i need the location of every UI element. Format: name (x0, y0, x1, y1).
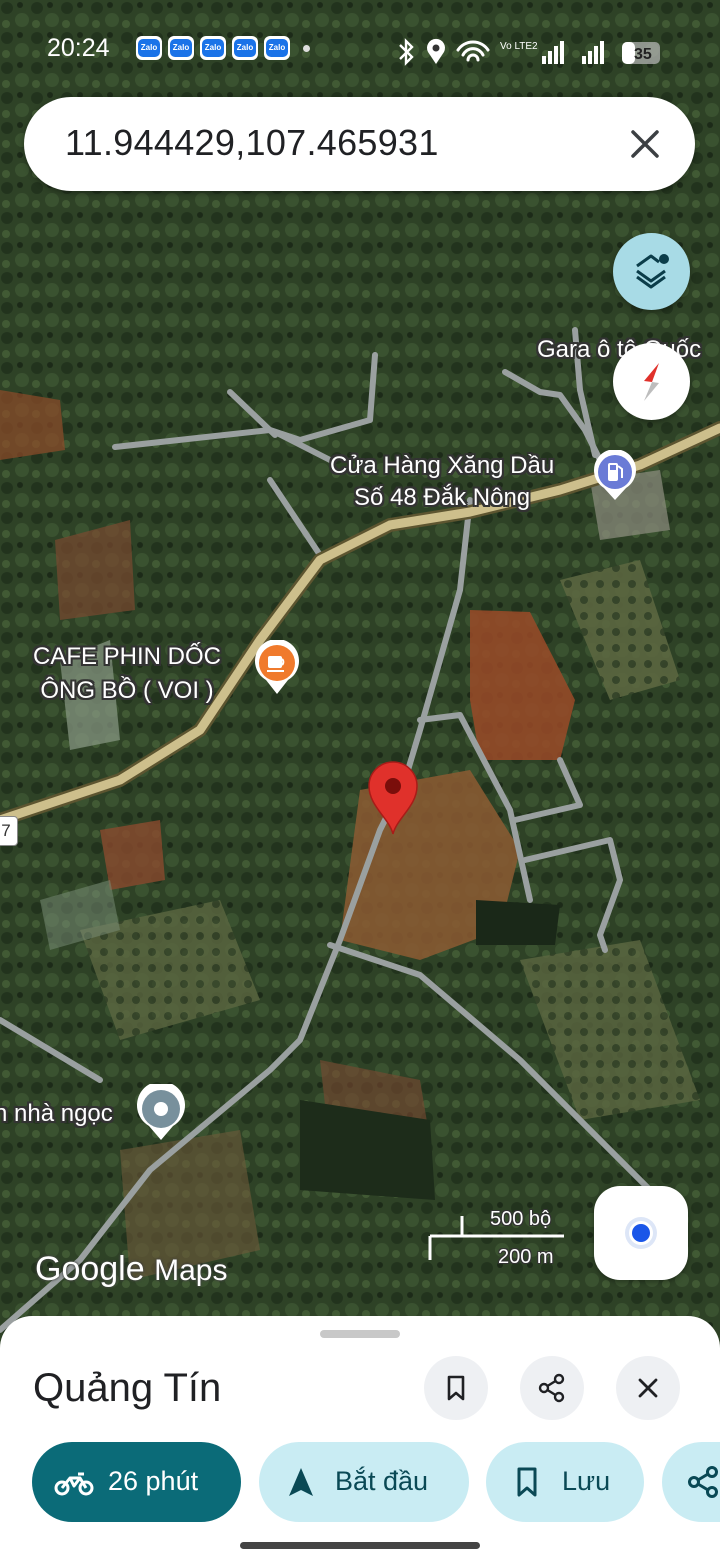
zalo-notification-icon: Zalo (264, 36, 290, 60)
place-label-nha-ngoc[interactable]: n nhà ngọc (0, 1100, 113, 1128)
directions-button[interactable]: 26 phút (32, 1442, 241, 1522)
location-icon (427, 38, 445, 64)
close-icon (638, 1378, 658, 1398)
place-name-line2: Số 48 Đắk Nông (354, 484, 531, 511)
layers-button[interactable] (613, 233, 690, 310)
motorbike-icon (54, 1472, 94, 1496)
road-number: 7 (1, 821, 11, 840)
gesture-home-bar[interactable] (240, 1542, 480, 1549)
share-pill-button[interactable] (662, 1442, 720, 1522)
save-bookmark-button[interactable] (424, 1356, 488, 1420)
signal-icon (542, 41, 604, 64)
google-maps-logo: Google Maps (35, 1250, 228, 1288)
place-marker[interactable] (136, 1081, 186, 1142)
sheet-drag-handle[interactable] (320, 1330, 400, 1338)
dropped-pin[interactable] (367, 760, 419, 836)
directions-label: 26 phút (108, 1466, 199, 1496)
search-query[interactable]: 11.944429,107.465931 (65, 122, 439, 164)
share-button[interactable] (520, 1356, 584, 1420)
share-icon (688, 1466, 718, 1498)
navigation-arrow-icon (289, 1468, 313, 1496)
compass-button[interactable] (613, 343, 690, 420)
start-label: Bắt đầu (335, 1466, 429, 1496)
bookmark-icon (447, 1375, 465, 1401)
layers-icon (636, 254, 669, 289)
more-notifications-dot (303, 45, 310, 52)
place-bottom-sheet[interactable]: Quảng Tín 26 phút Bắt đầu Lưu (0, 1316, 720, 1563)
share-icon (538, 1373, 565, 1403)
status-icons: Vo LTE2 35 (399, 38, 660, 66)
scale-bar (428, 1216, 564, 1260)
place-label-gas-station[interactable]: Cửa Hàng Xăng Dầu Số 48 Đắk Nông (330, 450, 554, 514)
save-label: Lưu (562, 1466, 611, 1496)
volte-label: Vo LTE2 (500, 41, 538, 52)
zalo-notification-icon: Zalo (136, 36, 162, 60)
zalo-notification-icon: Zalo (168, 36, 194, 60)
wifi-icon (456, 40, 490, 62)
search-bar[interactable]: 11.944429,107.465931 (24, 97, 695, 191)
gas-station-icon (594, 449, 636, 500)
zalo-notification-icon: Zalo (200, 36, 226, 60)
place-name-line1: CAFE PHIN DỐC (33, 643, 222, 670)
status-bar: 20:24 Zalo Zalo Zalo Zalo Zalo Vo LTE2 3… (0, 26, 720, 74)
my-location-icon (625, 1217, 657, 1249)
clear-search-button[interactable] (625, 124, 665, 164)
my-location-button[interactable] (594, 1186, 688, 1280)
bookmark-icon (517, 1467, 537, 1497)
road-shield: 7 (0, 816, 18, 846)
svg-text:35: 35 (634, 46, 652, 63)
compass-icon (644, 363, 659, 401)
place-name-line2: ÔNG BỒ ( VOI ) (40, 677, 214, 704)
place-name-line1: Cửa Hàng Xăng Dầu (330, 452, 555, 479)
place-label-cafe[interactable]: CAFE PHIN DỐC ÔNG BỒ ( VOI ) (33, 640, 221, 708)
place-title: Quảng Tín (33, 1366, 222, 1410)
cafe-marker[interactable] (254, 638, 300, 696)
place-pin-icon (137, 1081, 185, 1140)
save-button[interactable]: Lưu (486, 1442, 644, 1522)
start-navigation-button[interactable]: Bắt đầu (259, 1442, 469, 1522)
close-sheet-button[interactable] (616, 1356, 680, 1420)
place-name: n nhà ngọc (0, 1100, 113, 1127)
red-pin-icon (368, 761, 418, 835)
coffee-icon (255, 638, 299, 694)
clock: 20:24 (47, 34, 110, 62)
gas-station-marker[interactable] (592, 449, 638, 502)
bluetooth-icon (399, 38, 414, 66)
zalo-notification-icon: Zalo (232, 36, 258, 60)
battery-icon: 35 (622, 42, 660, 64)
